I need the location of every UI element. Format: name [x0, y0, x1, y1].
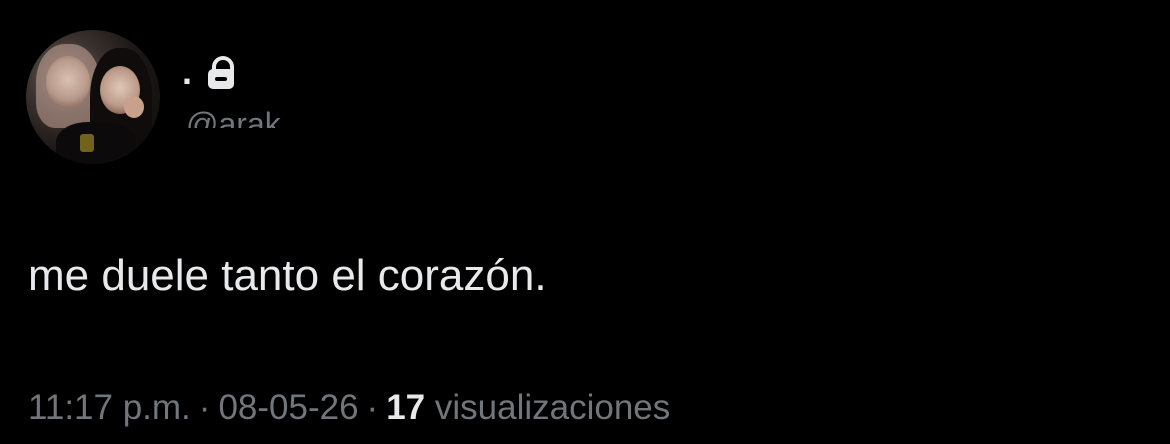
lock-icon — [206, 54, 236, 90]
tweet-card: . @arak me duele tanto el corazón. 11:17… — [0, 0, 1170, 444]
views-label[interactable]: visualizaciones — [435, 388, 670, 427]
author-name-row[interactable]: . — [182, 52, 236, 92]
avatar-figure-body — [56, 122, 136, 164]
meta-separator: · — [198, 388, 211, 427]
tweet-time[interactable]: 11:17 p.m. — [28, 388, 191, 427]
user-handle[interactable]: @arak — [186, 106, 316, 128]
tweet-date[interactable]: 08-05-26 — [218, 388, 358, 427]
tweet-text: me duele tanto el corazón. — [28, 251, 547, 300]
display-name[interactable]: . — [182, 52, 192, 92]
avatar-figure-light — [80, 134, 94, 152]
meta-separator: · — [366, 388, 379, 427]
avatar-figure-left-face — [46, 56, 90, 108]
avatar-figure-hand — [124, 96, 144, 118]
tweet-meta: 11:17 p.m. · 08-05-26 · 17 visualizaciones — [28, 386, 670, 430]
avatar[interactable] — [26, 30, 160, 164]
views-count[interactable]: 17 — [386, 388, 425, 427]
